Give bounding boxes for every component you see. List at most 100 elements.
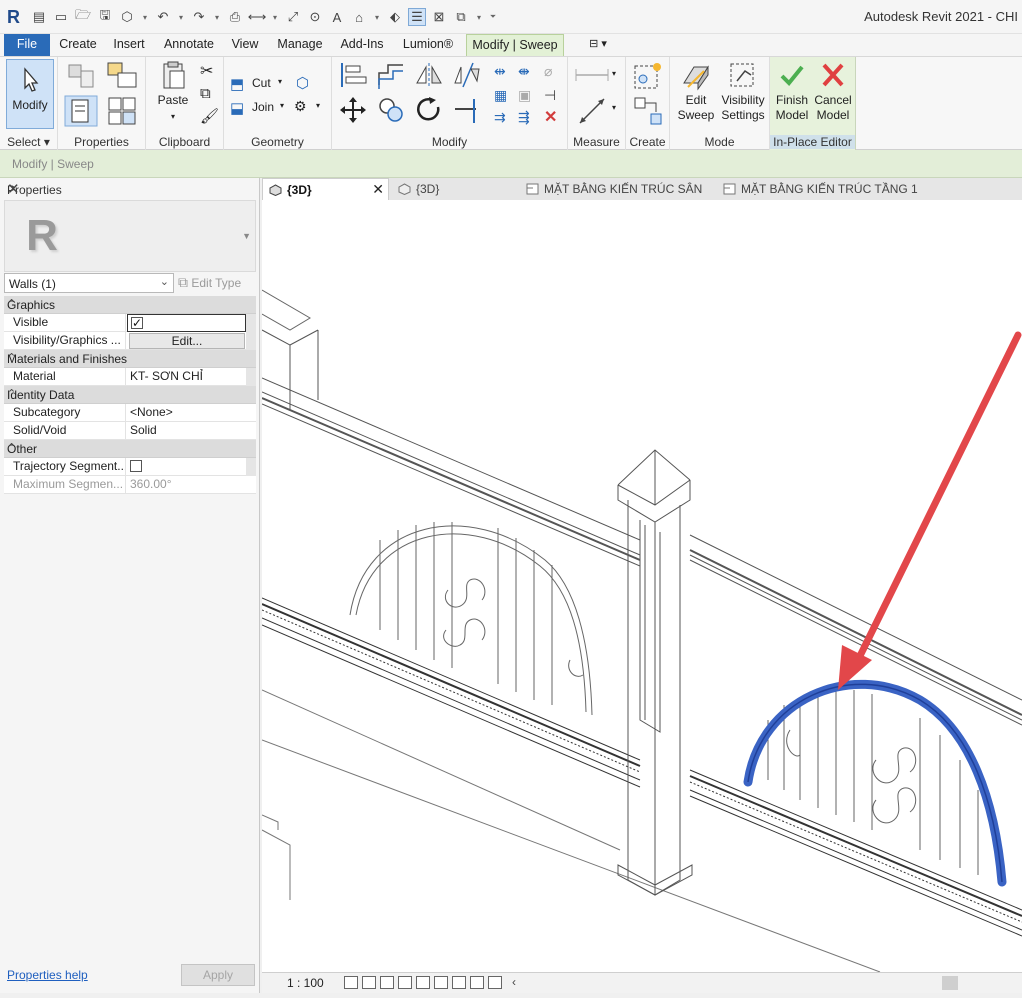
redo-icon[interactable]: ↷ [190,8,208,26]
collapse-icon[interactable]: ⌃ [7,441,252,454]
tab-3d-view-active[interactable]: {3D} ✕ [262,178,389,200]
tab-annotate[interactable]: Annotate [160,34,218,56]
tab-floor-plan-san[interactable]: MẶT BẰNG KIẾN TRÚC SÂN [520,178,702,200]
ribbon-display-toggle-icon[interactable]: ⊟ ▾ [582,34,614,56]
render-icon[interactable] [416,976,430,989]
mirror-draw-axis-icon[interactable] [452,61,482,89]
delete-icon[interactable]: ✕ [544,107,557,127]
match-type-icon[interactable]: 🖌 [200,107,219,125]
scrollbar[interactable] [246,314,256,332]
material-value[interactable]: KT- SƠN CHỈ [127,368,246,386]
tab-manage[interactable]: Manage [274,34,326,56]
paint-dropdown-icon[interactable]: ▾ [316,101,320,110]
group-header[interactable]: Materials and Finishes ⌃ [4,350,256,368]
undo-dropdown-icon[interactable]: ▾ [176,8,186,26]
cancel-model-button[interactable]: Cancel Model [812,61,854,123]
property-value[interactable] [127,458,246,476]
collapse-icon[interactable]: ⌃ [7,387,252,400]
scrollbar[interactable] [246,458,256,476]
create-group-icon[interactable] [632,61,664,91]
temporary-hide-icon[interactable] [488,976,502,989]
close-icon[interactable]: ✕ [7,180,254,198]
print-icon[interactable]: ⎙ [226,8,244,26]
switch-windows-dropdown-icon[interactable]: ▾ [474,8,484,26]
family-properties-icon[interactable] [106,61,140,91]
instance-filter-select[interactable]: Walls (1) ⌄ [4,273,174,293]
horizontal-scrollbar-thumb[interactable] [942,976,958,990]
visual-style-icon[interactable] [362,976,376,989]
tab-3d-view[interactable]: {3D} [392,178,512,200]
3d-viewport[interactable] [262,200,1022,972]
sun-path-icon[interactable] [380,976,394,989]
open-project-icon[interactable]: ▤ [30,8,48,26]
visibility-settings-button[interactable]: Visibility Settings [718,61,768,123]
visible-checkbox[interactable] [131,315,143,331]
family-types-icon[interactable] [106,95,140,127]
open-folder-icon[interactable]: 🗁 [74,7,92,26]
unpin-icon[interactable]: ⌀ [544,63,552,80]
switch-windows-icon[interactable]: ⧉ [452,8,470,26]
solid-void-value[interactable]: Solid [127,422,246,440]
show-crop-region-icon[interactable] [452,976,466,989]
trim-extend-corner-icon[interactable] [452,95,482,125]
selected-sweep-arc[interactable] [743,680,1007,887]
tab-floor-plan-tang-1[interactable]: MẶT BẰNG KIẾN TRÚC TẦNG 1 [717,178,927,200]
close-hidden-windows-icon[interactable]: ⊠ [430,8,448,26]
revit-logo-icon[interactable]: R [7,7,20,28]
apply-button[interactable]: Apply [181,964,255,986]
measure-dropdown-icon[interactable]: ▾ [270,8,280,26]
properties-help-link[interactable]: Properties help [7,968,88,982]
redo-dropdown-icon[interactable]: ▾ [212,8,222,26]
split-element-icon[interactable]: ⇹ [494,63,506,80]
trim-extend-single-icon[interactable]: ⇉ [494,109,506,126]
new-file-icon[interactable]: ▭ [52,8,70,26]
group-header[interactable]: Graphics ⌃ [4,296,256,314]
detail-level-icon[interactable] [344,976,358,989]
scale-icon[interactable]: ▣ [518,87,531,104]
tab-lumion[interactable]: Lumion® [398,34,458,56]
sync-dropdown-icon[interactable]: ▾ [140,8,150,26]
group-header[interactable]: Other ⌃ [4,440,256,458]
unlocked-3d-view-icon[interactable] [470,976,484,989]
crop-view-icon[interactable] [434,976,448,989]
undo-icon[interactable]: ↶ [154,8,172,26]
collapse-icon[interactable]: ⌃ [7,351,252,364]
3d-view-dropdown-icon[interactable]: ▾ [372,8,382,26]
copy-to-clipboard-icon[interactable]: ⧉ [200,85,211,102]
close-icon[interactable]: ✕ [372,178,384,200]
measure-dropdown-icon[interactable]: ▾ [612,69,616,78]
default-3d-view-icon[interactable]: ⌂ [350,8,368,26]
modify-button[interactable]: Modify [6,59,54,129]
cut-to-clipboard-icon[interactable]: ✂ [200,61,213,81]
tab-insert[interactable]: Insert [108,34,150,56]
edit-sweep-button[interactable]: Edit Sweep [674,61,718,123]
properties-palette-icon[interactable] [64,95,98,127]
move-icon[interactable] [338,95,368,125]
array-icon[interactable]: ▦ [494,87,507,104]
tag-icon[interactable]: ⊙ [306,8,324,26]
section-icon[interactable]: ⬖ [386,8,404,26]
scrollbar[interactable] [246,332,256,350]
wall-joins-icon[interactable]: ⬡ [296,74,309,92]
scroll-left-icon[interactable]: ‹ [512,975,516,989]
mirror-pick-axis-icon[interactable] [414,61,444,89]
create-similar-icon[interactable] [632,95,664,127]
save-icon[interactable]: 🖫 [96,7,114,26]
tab-create[interactable]: Create [55,34,101,56]
subcategory-value[interactable]: <None> [127,404,246,422]
sync-icon[interactable]: ⬡ [118,8,136,26]
measure-icon[interactable]: ⟷ [248,8,267,26]
type-properties-icon[interactable] [66,61,96,91]
paste-button[interactable]: Paste ▾ [152,61,194,124]
select-panel-label[interactable]: Select ▾ [0,135,57,149]
join-dropdown-icon[interactable]: ▾ [280,101,284,110]
cut-geometry-icon[interactable]: ⬒ [230,75,244,93]
aligned-dimension-icon[interactable]: ⤢ [284,8,302,26]
align-icon[interactable] [338,61,368,89]
rotate-icon[interactable] [414,95,444,125]
edit-type-button[interactable]: ⧉ Edit Type [178,273,256,293]
cut-geometry-label[interactable]: Cut [252,76,271,90]
type-image-selector[interactable]: R ▼ [4,200,256,272]
property-value[interactable] [127,314,246,332]
cut-dropdown-icon[interactable]: ▾ [278,77,282,86]
